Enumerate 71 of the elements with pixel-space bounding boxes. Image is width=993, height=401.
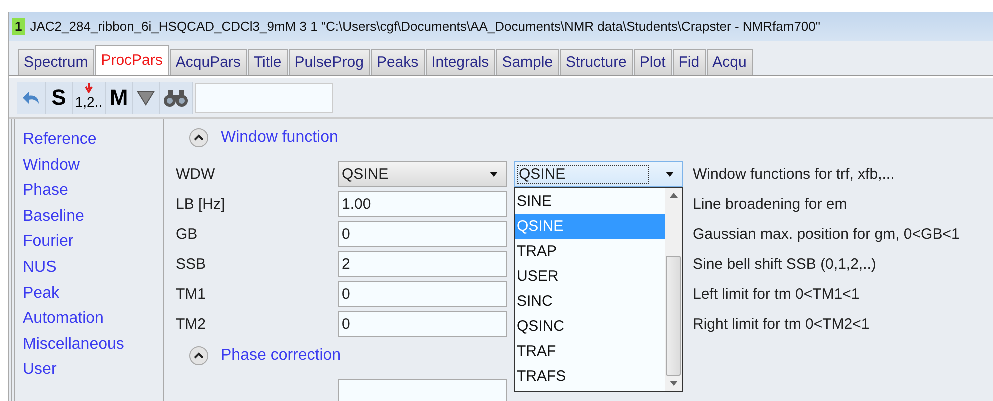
parameter-label: TM2 — [176, 316, 206, 332]
caret-icon — [666, 172, 674, 176]
tab[interactable]: Integrals — [426, 49, 496, 75]
parameter-description: Gaussian max. position for gm, 0<GB<1 — [693, 226, 960, 242]
section-title: Phase correction — [221, 347, 342, 365]
scroll-down-icon[interactable] — [670, 381, 678, 386]
input-field[interactable]: 2 — [338, 251, 507, 277]
search-button[interactable] — [160, 82, 193, 114]
search-field[interactable] — [195, 82, 333, 112]
dropdown[interactable]: QSINE — [338, 161, 507, 187]
parameter-description: Left limit for tm 0<TM1<1 — [693, 286, 860, 302]
window-badge: 1 — [12, 18, 26, 35]
scroll-up-icon[interactable] — [670, 193, 678, 198]
sidebar-link[interactable]: Phase — [23, 178, 68, 204]
dropdown-option[interactable]: TRAP — [515, 239, 665, 264]
dropdown-option[interactable]: TRAF — [515, 339, 665, 364]
parameter-description: Sine bell shift SSB (0,1,2,..) — [693, 256, 876, 272]
tab[interactable]: ProcPars — [95, 45, 169, 75]
input-field[interactable]: 1.00 — [338, 191, 507, 217]
tab[interactable]: PulseProg — [288, 49, 370, 75]
tab[interactable]: AcquPars — [170, 49, 247, 75]
caret-icon — [490, 172, 498, 176]
parameter-label: GB — [176, 226, 198, 242]
collapse-icon[interactable] — [189, 346, 209, 366]
sidebar-link[interactable]: Miscellaneous — [23, 332, 124, 358]
sidebar-link[interactable]: Reference — [23, 127, 97, 153]
dropdown-option[interactable]: TRAFS — [515, 364, 665, 389]
sidebar-link[interactable]: Baseline — [23, 204, 84, 230]
dropdown-option[interactable]: QSINC — [515, 314, 665, 339]
sidebar-link[interactable]: User — [23, 357, 57, 383]
tab[interactable]: Structure — [560, 49, 633, 75]
sidebar-link[interactable]: NUS — [23, 254, 57, 281]
parameter-label: WDW — [176, 166, 216, 182]
tab[interactable]: Fid — [672, 49, 706, 75]
section-title: Window function — [221, 129, 338, 147]
parameter-description: Line broadening for em — [693, 196, 848, 212]
dropdown-option[interactable]: USER — [515, 264, 665, 289]
collapse-icon[interactable] — [189, 128, 209, 148]
parameter-label: SSB — [176, 256, 206, 272]
binoculars-icon — [163, 88, 189, 108]
input-field[interactable] — [338, 379, 507, 401]
numbering-button[interactable]: 1,2.. — [73, 82, 106, 114]
tab[interactable]: Sample — [496, 49, 560, 75]
tab[interactable]: Plot — [634, 49, 672, 75]
dropdown-option[interactable]: SINC — [515, 289, 665, 314]
tab[interactable]: Peaks — [370, 49, 425, 75]
dropdown-option[interactable]: SINE — [515, 189, 665, 214]
parameter-description: Window functions for trf, xfb,... — [693, 166, 895, 182]
sidebar-link[interactable]: Automation — [23, 306, 104, 332]
toolbar-button[interactable]: M — [106, 82, 133, 114]
sidebar-link[interactable]: Peak — [23, 280, 60, 306]
sidebar-link[interactable]: Window — [23, 152, 80, 178]
toolbar-button[interactable]: S — [46, 82, 73, 114]
tab[interactable]: Title — [248, 49, 288, 75]
tab[interactable]: Spectrum — [18, 49, 94, 75]
filter-button[interactable] — [133, 82, 160, 114]
input-field[interactable]: 0 — [338, 311, 507, 337]
parameter-description: Right limit for tm 0<TM2<1 — [693, 316, 870, 332]
scroll-thumb[interactable] — [666, 256, 681, 376]
parameter-label: LB [Hz] — [176, 196, 226, 212]
arrow-icon — [85, 82, 93, 92]
scrollbar[interactable] — [665, 188, 682, 391]
input-field[interactable]: 0 — [338, 221, 507, 247]
undo-button[interactable] — [17, 82, 46, 114]
input-field[interactable]: 0 — [338, 281, 507, 307]
sidebar-link[interactable]: Fourier — [23, 229, 74, 255]
tab[interactable]: Acqu — [706, 49, 753, 75]
triangle-icon — [136, 88, 156, 106]
parameter-label: TM1 — [176, 286, 206, 302]
window-title: JAC2_284_ribbon_6i_HSQCAD_CDCl3_9mM 3 1 "C:\Users\cgf\Documents\AA_Documents\NMR data\Students\Crapster - NMRfam700" — [30, 19, 821, 34]
dropdown[interactable]: QSINE — [514, 161, 683, 187]
